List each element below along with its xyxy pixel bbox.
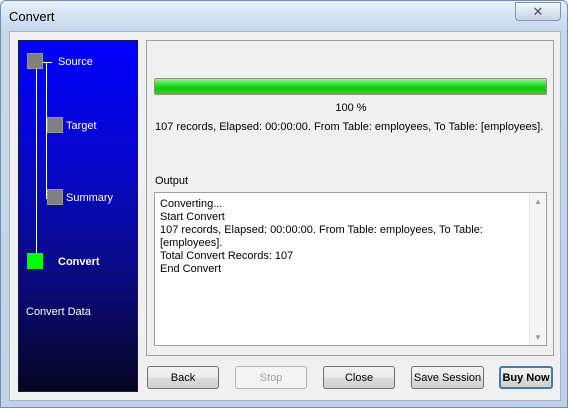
step-summary-label: Summary bbox=[66, 192, 114, 204]
close-button[interactable]: Close bbox=[323, 366, 395, 389]
wizard-section-title: Convert Data bbox=[26, 306, 91, 318]
output-log[interactable]: Converting... Start Convert 107 records,… bbox=[154, 192, 547, 346]
back-button[interactable]: Back bbox=[147, 366, 219, 389]
wizard-steps-panel: Source Target Summary Convert Convert Da… bbox=[18, 40, 138, 392]
output-scrollbar[interactable]: ▲ ▼ bbox=[529, 193, 546, 345]
progress-bar-fill bbox=[155, 79, 546, 94]
dialog-client-area: Source Target Summary Convert Convert Da… bbox=[9, 31, 561, 401]
window-close-button[interactable]: ✕ bbox=[515, 2, 561, 21]
window-title: Convert bbox=[9, 9, 55, 24]
wizard-connector-line bbox=[36, 62, 37, 262]
title-bar[interactable]: Convert ✕ bbox=[1, 1, 567, 31]
convert-content-panel: 100 % 107 records, Elapsed: 00:00:00. Fr… bbox=[146, 40, 554, 356]
convert-window: Convert ✕ Source Target Summary Convert … bbox=[0, 0, 568, 408]
save-session-button[interactable]: Save Session bbox=[411, 366, 484, 389]
status-text: 107 records, Elapsed: 00:00:00. From Tab… bbox=[155, 121, 544, 133]
step-source-label: Source bbox=[58, 56, 93, 68]
step-target-label: Target bbox=[66, 120, 97, 132]
output-label: Output bbox=[155, 175, 189, 187]
step-target-indicator bbox=[47, 117, 63, 133]
scroll-down-icon[interactable]: ▼ bbox=[530, 329, 546, 345]
step-convert-label: Convert bbox=[58, 256, 100, 268]
output-log-text: Converting... Start Convert 107 records,… bbox=[160, 198, 483, 275]
step-summary-indicator bbox=[47, 189, 63, 205]
buy-now-button[interactable]: Buy Now bbox=[499, 366, 553, 389]
close-icon: ✕ bbox=[532, 3, 544, 19]
progress-bar bbox=[154, 78, 547, 95]
step-source-indicator bbox=[27, 53, 43, 69]
stop-button[interactable]: Stop bbox=[235, 366, 307, 389]
scroll-up-icon[interactable]: ▲ bbox=[530, 193, 546, 209]
step-convert-indicator bbox=[27, 253, 43, 269]
progress-percent: 100 % bbox=[335, 102, 367, 114]
